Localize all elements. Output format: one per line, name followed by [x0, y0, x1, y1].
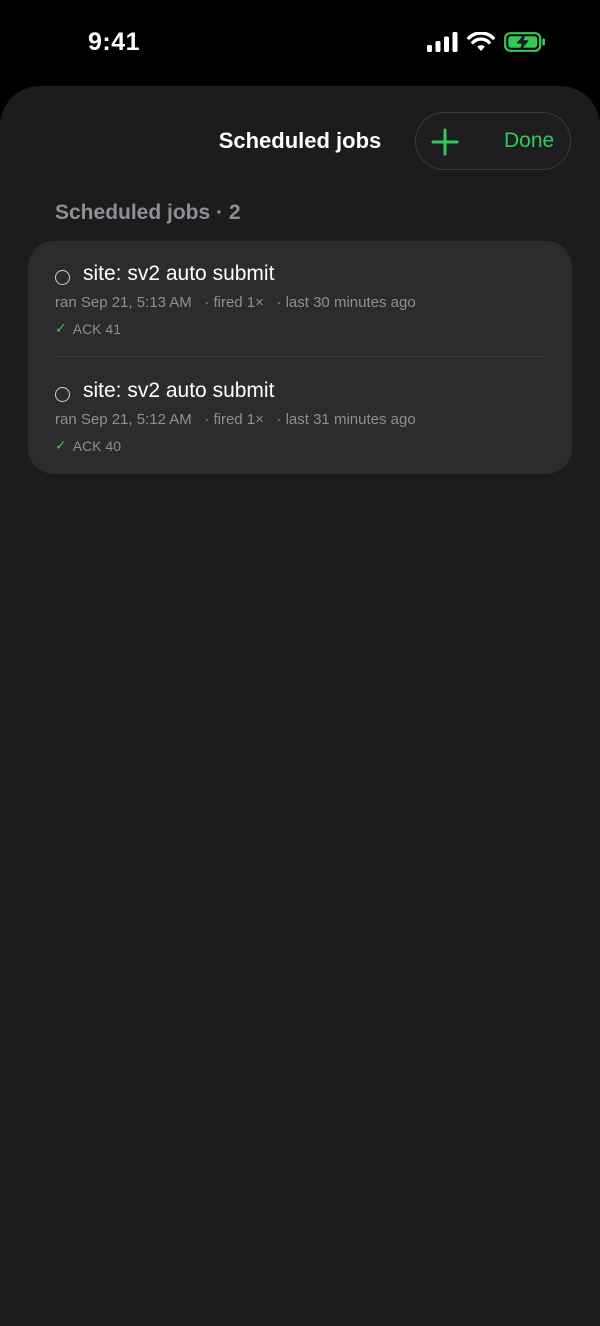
job-title: site: sv2 auto submit: [83, 379, 275, 402]
add-job-button[interactable]: [430, 127, 460, 157]
job-meta: ran Sep 21, 5:12 AM · fired 1× · last 31…: [55, 411, 416, 428]
job-meta: ran Sep 21, 5:13 AM · fired 1× · last 30…: [55, 294, 416, 311]
row-divider: [55, 356, 545, 357]
battery-charging-icon: [504, 32, 546, 57]
job-row[interactable]: site: sv2 auto submit ran Sep 21, 5:12 A…: [28, 358, 572, 474]
job-last: · last 31 minutes ago: [276, 411, 416, 428]
job-ack-label: ACK 40: [72, 437, 121, 454]
job-title: site: sv2 auto submit: [83, 262, 275, 285]
section-header: Scheduled jobs · 2: [55, 201, 241, 224]
job-fired: · fired 1×: [204, 411, 264, 428]
cellular-signal-icon: [427, 32, 458, 57]
status-icons: [427, 31, 546, 57]
job-ack: ✓ ACK 41: [55, 320, 121, 337]
wifi-icon: [467, 31, 495, 57]
job-ack: ✓ ACK 40: [55, 437, 121, 454]
job-ran: ran Sep 21, 5:12 AM: [55, 411, 192, 428]
checkmark-icon: ✓: [55, 320, 67, 336]
jobs-card: site: sv2 auto submit ran Sep 21, 5:13 A…: [28, 241, 572, 474]
scheduled-jobs-sheet: Scheduled jobs Done Scheduled jobs · 2 s…: [0, 86, 600, 1326]
job-ack-label: ACK 41: [72, 320, 121, 337]
done-button[interactable]: Done: [504, 129, 554, 153]
checkmark-icon: ✓: [55, 437, 67, 453]
status-time: 9:41: [88, 28, 141, 56]
job-fired: · fired 1×: [204, 294, 264, 311]
job-last: · last 30 minutes ago: [276, 294, 416, 311]
plus-icon: [431, 128, 459, 156]
job-ran: ran Sep 21, 5:13 AM: [55, 294, 192, 311]
nav-actions-pill: Done: [415, 112, 571, 170]
radio-circle-icon[interactable]: [55, 270, 70, 285]
job-row[interactable]: site: sv2 auto submit ran Sep 21, 5:13 A…: [28, 241, 572, 357]
status-bar: 9:41: [0, 0, 600, 86]
radio-circle-icon[interactable]: [55, 387, 70, 402]
